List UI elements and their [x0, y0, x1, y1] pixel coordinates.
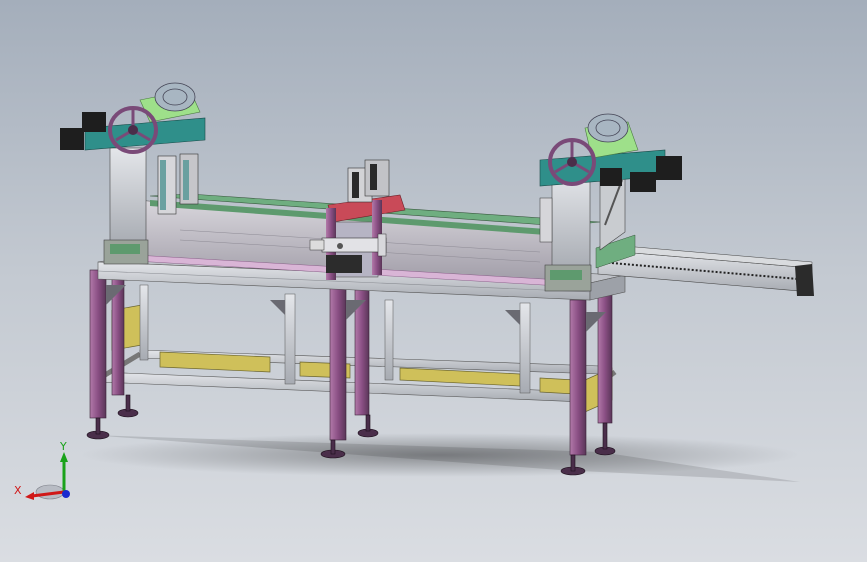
x-axis-label: X [14, 484, 22, 497]
z-axis-dot [62, 490, 70, 498]
cad-viewport[interactable] [0, 0, 867, 562]
x-axis-head [25, 492, 34, 500]
y-axis-label: Y [59, 440, 67, 453]
y-axis-head [60, 452, 68, 462]
extension-rail [595, 234, 814, 296]
axis-triad: Y X [14, 440, 70, 500]
